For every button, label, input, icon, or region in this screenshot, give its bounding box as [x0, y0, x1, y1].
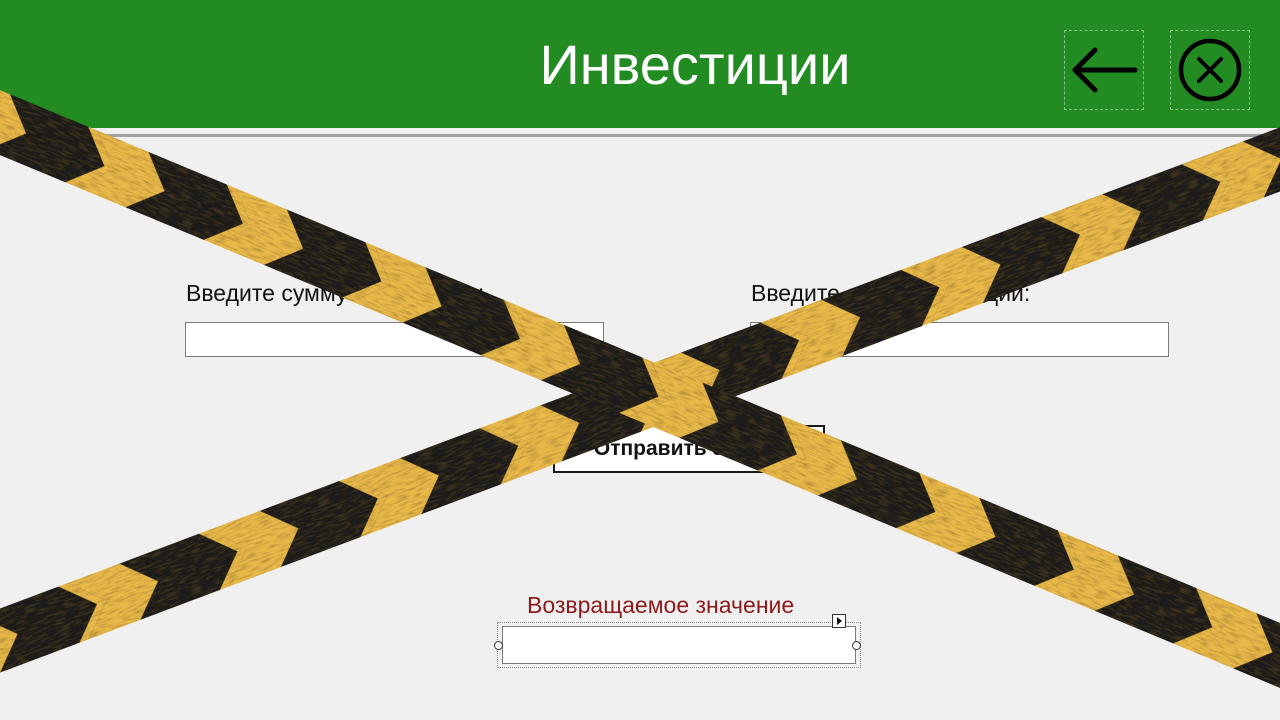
amount-input[interactable] [185, 322, 604, 357]
close-button[interactable] [1170, 30, 1250, 110]
app-window: Инвестиции Введите сумму инвестиции: Вве… [0, 0, 1280, 720]
term-input[interactable] [750, 322, 1169, 357]
back-button[interactable] [1064, 30, 1144, 110]
return-value-label: Возвращаемое значение [527, 592, 795, 618]
resize-handle-left[interactable] [494, 641, 503, 650]
arrow-left-icon [1072, 47, 1138, 93]
submit-button[interactable]: Отправить запрос [553, 425, 825, 473]
amount-label: Введите сумму инвестиции: [186, 280, 485, 306]
header-bar: Инвестиции [0, 0, 1280, 128]
term-label: Введите срок инвестиции: [751, 280, 1031, 306]
circle-x-icon [1178, 38, 1242, 102]
resize-handle-right[interactable] [852, 641, 861, 650]
return-value-field[interactable] [502, 626, 856, 664]
smart-tag-icon[interactable] [832, 614, 846, 628]
header-divider [0, 128, 1280, 137]
